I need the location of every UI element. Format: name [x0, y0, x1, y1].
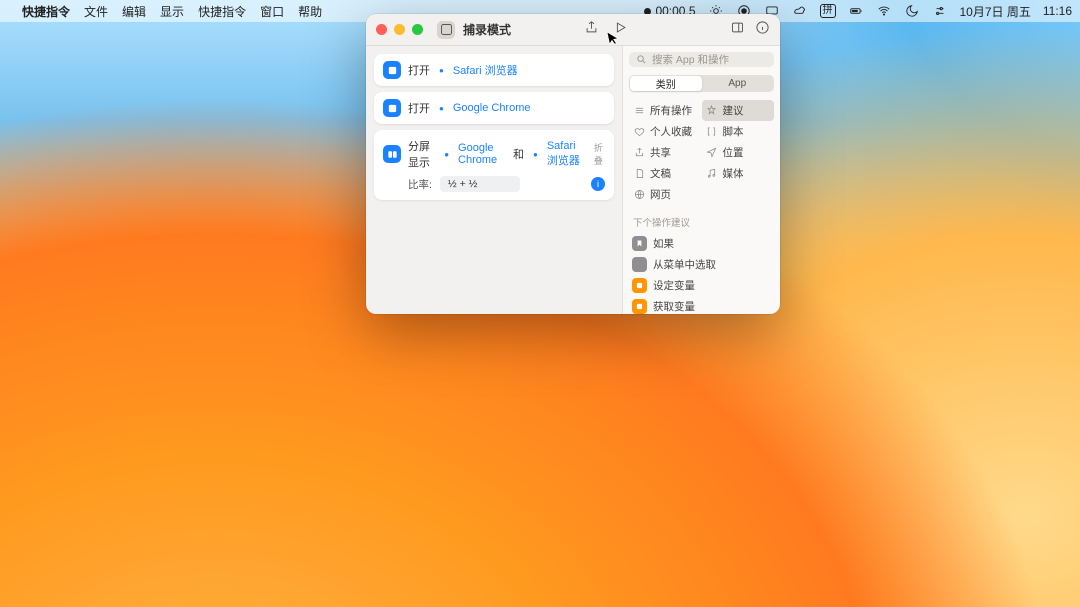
suggestions-header: 下个操作建议 — [623, 211, 780, 233]
shortcut-icon — [437, 21, 455, 39]
action-verb: 打开 — [408, 62, 430, 78]
library-segmented[interactable]: 类别 App — [629, 75, 774, 92]
input-source[interactable]: 拼 — [820, 4, 836, 18]
split-screen-icon — [383, 145, 401, 163]
action-app-token[interactable]: Google Chrome — [453, 102, 531, 114]
open-app-icon — [383, 99, 401, 117]
menu-view[interactable]: 显示 — [160, 3, 184, 20]
suggestion-if[interactable]: 如果 — [629, 233, 774, 254]
window-title: 捕录模式 — [463, 21, 511, 38]
ratio-info-icon[interactable]: i — [591, 177, 605, 191]
cat-suggestions[interactable]: 建议 — [702, 100, 775, 121]
suggestion-get-variable[interactable]: 获取变量 — [629, 296, 774, 314]
moon-icon[interactable] — [904, 3, 920, 19]
workflow-editor[interactable]: 打开 ● Safari 浏览器 打开 ● Google Chrome 分屏显示 … — [366, 46, 622, 314]
menubar-time[interactable]: 11:16 — [1043, 4, 1072, 18]
info-icon[interactable] — [755, 20, 770, 40]
bear-icon[interactable] — [792, 3, 808, 19]
split-app1-token[interactable]: Google Chrome — [458, 142, 506, 166]
library-toggle-icon[interactable] — [730, 20, 745, 40]
shortcuts-window: 捕录模式 打开 ● Safari 浏览器 打开 ● Google Chrome … — [366, 14, 780, 314]
menu-shortcuts[interactable]: 快捷指令 — [198, 3, 246, 20]
menu-file[interactable]: 文件 — [84, 3, 108, 20]
minimize-button[interactable] — [394, 24, 405, 35]
ratio-label: 比率: — [408, 177, 432, 192]
share-icon[interactable] — [584, 20, 599, 40]
menu-edit[interactable]: 编辑 — [122, 3, 146, 20]
cat-all[interactable]: 所有操作 — [629, 100, 702, 121]
collapse-toggle[interactable]: 折叠 — [594, 141, 605, 167]
library-search[interactable]: 搜索 App 和操作 — [629, 52, 774, 67]
open-app-icon — [383, 61, 401, 79]
action-app-token[interactable]: Safari 浏览器 — [453, 62, 518, 78]
action-library: 搜索 App 和操作 类别 App 所有操作 建议 个人收藏 脚本 共享 位置 … — [622, 46, 780, 314]
suggestion-set-variable[interactable]: 设定变量 — [629, 275, 774, 296]
cat-media[interactable]: 媒体 — [702, 163, 775, 184]
battery-icon[interactable] — [848, 3, 864, 19]
suggestion-choose-menu[interactable]: 从菜单中选取 — [629, 254, 774, 275]
control-center-icon[interactable] — [932, 3, 948, 19]
cat-favorites[interactable]: 个人收藏 — [629, 121, 702, 142]
split-app2-token[interactable]: Safari 浏览器 — [547, 140, 587, 168]
ratio-select[interactable]: ½ + ½ — [440, 176, 520, 192]
action-verb: 打开 — [408, 100, 430, 116]
search-placeholder: 搜索 App 和操作 — [652, 52, 729, 67]
wifi-icon[interactable] — [876, 3, 892, 19]
menubar-date[interactable]: 10月7日 周五 — [960, 3, 1031, 20]
cat-web[interactable]: 网页 — [629, 184, 702, 205]
action-verb: 分屏显示 — [408, 138, 435, 170]
cat-sharing[interactable]: 共享 — [629, 142, 702, 163]
cat-location[interactable]: 位置 — [702, 142, 775, 163]
app-menu[interactable]: 快捷指令 — [22, 3, 70, 20]
menu-help[interactable]: 帮助 — [298, 3, 322, 20]
zoom-button[interactable] — [412, 24, 423, 35]
cat-documents[interactable]: 文稿 — [629, 163, 702, 184]
close-button[interactable] — [376, 24, 387, 35]
action-open-chrome[interactable]: 打开 ● Google Chrome — [374, 92, 614, 124]
action-open-safari[interactable]: 打开 ● Safari 浏览器 — [374, 54, 614, 86]
seg-app[interactable]: App — [702, 76, 774, 91]
traffic-lights — [376, 24, 423, 35]
titlebar[interactable]: 捕录模式 — [366, 14, 780, 46]
menu-window[interactable]: 窗口 — [260, 3, 284, 20]
search-icon — [636, 54, 647, 65]
cat-scripting[interactable]: 脚本 — [702, 121, 775, 142]
seg-category[interactable]: 类别 — [630, 76, 702, 91]
action-split-screen[interactable]: 分屏显示 ● Google Chrome 和 ● Safari 浏览器 折叠 比… — [374, 130, 614, 200]
